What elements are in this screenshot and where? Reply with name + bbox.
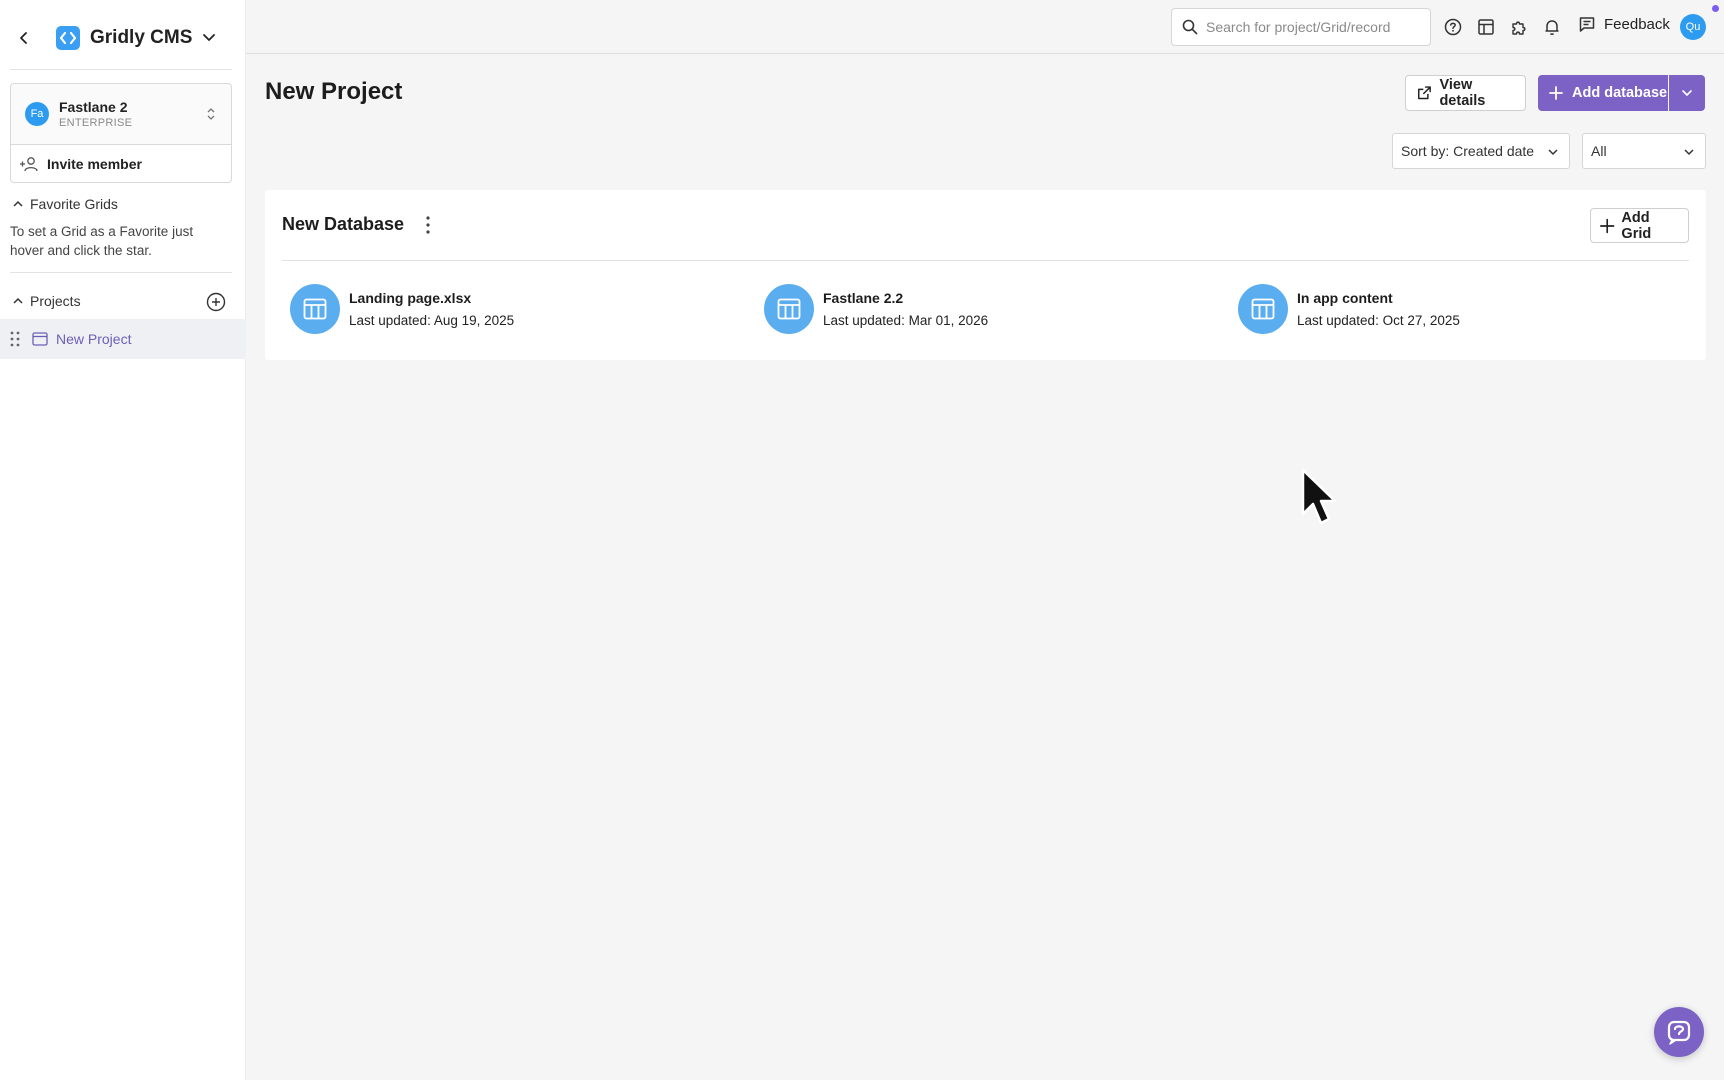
search-box[interactable] [1171, 8, 1431, 46]
notification-dot [1712, 5, 1719, 12]
app-name[interactable]: Gridly CMS [90, 27, 192, 49]
chevron-down-icon [1548, 149, 1558, 156]
view-details-label: View details [1439, 77, 1486, 109]
sidebar: Gridly CMS Fa Fastlane 2 ENTERPRISE Invi… [0, 0, 246, 1080]
feedback-label: Feedback [1604, 15, 1670, 33]
grid-name: In app content [1297, 290, 1393, 306]
drag-handle-icon[interactable] [10, 331, 20, 347]
grid-name: Fastlane 2.2 [823, 290, 904, 306]
chat-help-icon [1667, 1020, 1691, 1045]
sort-select-value: Sort by: Created date [1401, 143, 1535, 159]
app-switcher-chevron-down-icon[interactable] [202, 29, 220, 47]
bell-icon[interactable] [1541, 16, 1563, 38]
workspace-switcher[interactable]: Fa Fastlane 2 ENTERPRISE [11, 84, 231, 145]
add-project-plus-circle-icon[interactable] [206, 292, 226, 312]
grid-last-updated: Last updated: Oct 27, 2025 [1297, 313, 1460, 328]
filter-select[interactable]: All [1582, 133, 1706, 169]
sidebar-item-new-project[interactable]: New Project [0, 319, 246, 359]
project-label: New Project [56, 331, 132, 347]
grid-card-in-app-content[interactable]: In app content Last updated: Oct 27, 202… [1238, 284, 1460, 334]
search-icon [1182, 19, 1198, 35]
sidebar-divider [10, 272, 232, 273]
chevron-down-icon [1682, 90, 1692, 97]
view-details-button[interactable]: View details [1405, 75, 1526, 111]
favorite-grids-heading: Favorite Grids [30, 196, 118, 212]
add-database-label: Add database [1572, 85, 1668, 101]
help-chat-button[interactable] [1654, 1007, 1704, 1057]
add-database-button[interactable]: Add database [1538, 75, 1668, 111]
external-link-icon [1418, 86, 1431, 100]
plus-icon [1549, 86, 1563, 100]
back-button[interactable] [12, 26, 36, 50]
workspace-plan: ENTERPRISE [59, 117, 133, 129]
gridly-logo-icon [56, 26, 80, 50]
mouse-cursor-icon [1301, 468, 1337, 525]
workspace-name: Fastlane 2 [59, 99, 128, 115]
add-user-icon [20, 157, 38, 172]
search-input[interactable] [1206, 19, 1416, 35]
grid-last-updated: Last updated: Aug 19, 2025 [349, 313, 515, 328]
chevron-down-icon [1684, 149, 1694, 156]
puzzle-icon[interactable] [1508, 16, 1530, 38]
workspace-card: Fa Fastlane 2 ENTERPRISE Invite member [10, 83, 232, 183]
projects-heading: Projects [30, 293, 81, 309]
database-panel: New Database Add Grid Landing page.xlsx … [265, 190, 1706, 360]
projects-toggle[interactable]: Projects [12, 293, 81, 309]
chevron-up-down-icon [207, 108, 215, 120]
topbar: Feedback Qu [246, 0, 1724, 54]
grid-name: Landing page.xlsx [349, 290, 472, 306]
feedback-button[interactable]: Feedback [1578, 15, 1670, 33]
chevron-up-icon [13, 297, 23, 304]
chevron-left-icon [20, 32, 27, 44]
favorite-grids-help: To set a Grid as a Favorite just hover a… [10, 224, 194, 258]
invite-member-label: Invite member [47, 156, 142, 172]
favorite-grids-toggle[interactable]: Favorite Grids [12, 196, 118, 212]
add-database-dropdown-button[interactable] [1669, 75, 1705, 111]
project-folder-icon [32, 332, 48, 346]
feedback-icon [1579, 17, 1595, 32]
grid-card-landing-page[interactable]: Landing page.xlsx Last updated: Aug 19, … [290, 284, 514, 334]
invite-member-button[interactable]: Invite member [11, 145, 231, 183]
filter-select-value: All [1591, 143, 1607, 159]
page-title: New Project [265, 78, 403, 105]
sidebar-divider [10, 69, 232, 70]
grid-last-updated: Last updated: Mar 01, 2026 [823, 313, 989, 328]
plus-icon [1600, 218, 1615, 233]
user-avatar[interactable]: Qu [1680, 14, 1706, 40]
database-title: New Database [282, 214, 405, 234]
sort-select[interactable]: Sort by: Created date [1392, 133, 1570, 169]
database-divider [282, 260, 1689, 261]
workspace-avatar: Fa [25, 102, 49, 126]
grid-table-icon [1238, 284, 1288, 334]
add-grid-label: Add Grid [1621, 209, 1652, 242]
grid-card-fastlane-2-2[interactable]: Fastlane 2.2 Last updated: Mar 01, 2026 [764, 284, 988, 334]
chevron-up-icon [13, 200, 23, 207]
grid-table-icon [290, 284, 340, 334]
help-circle-icon[interactable] [1442, 16, 1464, 38]
app-header: Gridly CMS [0, 0, 246, 76]
grid-table-icon [764, 284, 814, 334]
more-vertical-icon[interactable] [421, 214, 435, 236]
add-grid-button[interactable]: Add Grid [1590, 208, 1689, 243]
layout-icon[interactable] [1475, 16, 1497, 38]
